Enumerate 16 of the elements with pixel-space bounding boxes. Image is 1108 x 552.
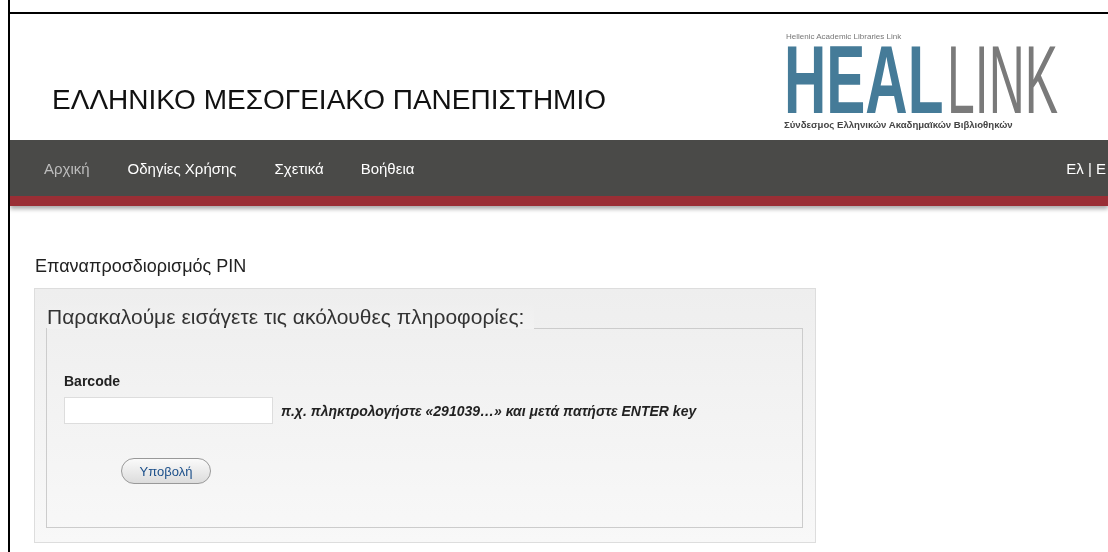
barcode-input[interactable] [64,397,273,424]
site-title: ΕΛΛΗΝΙΚΟ ΜΕΣΟΓΕΙΑΚΟ ΠΑΝΕΠΙΣΤΗΜΙΟ [52,84,606,116]
field-hint: π.χ. πληκτρολογήστε «291039…» και μετά πατήστε ENTER key [281,402,697,419]
field-label: Barcode [64,373,122,389]
logo-tagline: Hellenic Academic Libraries Link [786,32,903,41]
nav-link[interactable]: Σχετικά [274,159,324,177]
nav-link[interactable]: Οδηγίες Χρήσης [127,159,237,177]
page-title: Επαναπροσδιορισμός PIN [35,256,248,277]
language-links[interactable]: Ελ | E [1066,159,1106,177]
logo-subtitle: Σύνδεσμος Ελληνικών Ακαδημαϊκών Βιβλιοθηκών [784,119,1014,130]
nav-link[interactable]: Αρχική [44,159,90,177]
logo-wordmark: HEAL [784,43,944,117]
logo-wordmark: LINK [947,43,1059,117]
nav-link[interactable]: Βοήθεια [360,159,415,177]
submit-button[interactable]: Υποβολή [121,458,211,484]
form-legend: Παρακαλούμε εισάγετε τις ακόλουθες πληροφορίες: [47,305,535,329]
